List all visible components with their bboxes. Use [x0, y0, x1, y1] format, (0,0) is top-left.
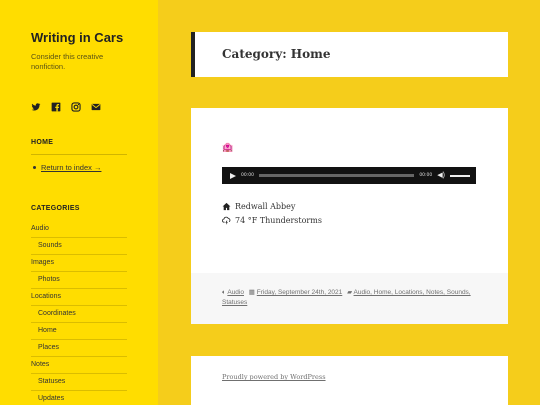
- audio-current-time: 00:00: [241, 173, 254, 178]
- calendar-icon: ▦: [248, 289, 255, 296]
- category-item[interactable]: Images: [31, 255, 127, 272]
- page-title: Category: Home: [222, 47, 331, 61]
- instagram-icon[interactable]: [71, 102, 81, 112]
- weather-line: 74 °F Thunderstorms: [222, 213, 476, 227]
- return-to-index-link[interactable]: Return to index →: [41, 163, 101, 172]
- bullet-icon: [33, 166, 36, 169]
- facebook-icon[interactable]: [51, 102, 61, 112]
- post-emoji: 🏩: [222, 142, 234, 152]
- category-item[interactable]: Statuses: [31, 374, 127, 391]
- categories-widget-title: CATEGORIES: [31, 205, 80, 212]
- category-item[interactable]: Audio: [31, 221, 127, 238]
- volume-icon[interactable]: ◀): [437, 172, 445, 179]
- return-to-index-item: Return to index →: [31, 163, 127, 172]
- home-icon: [222, 202, 231, 210]
- post-format-link[interactable]: Audio: [227, 289, 244, 296]
- audio-player: 00:00 00:00 ◀): [222, 167, 476, 184]
- category-item[interactable]: Sounds: [31, 238, 127, 255]
- folder-icon: ▰: [347, 289, 353, 296]
- audio-duration: 00:00: [419, 173, 433, 178]
- volume-slider[interactable]: [450, 174, 470, 177]
- post-format: 🔈︎ Audio: [222, 289, 244, 296]
- category-item[interactable]: Home: [31, 323, 127, 340]
- site-footer: Proudly powered by WordPress: [191, 356, 508, 405]
- location-text: Redwall Abbey: [235, 201, 296, 211]
- twitter-icon[interactable]: [31, 102, 41, 112]
- post-card: 🏩 00:00 00:00 ◀) Redwall Abbey 74 °F Thu…: [191, 108, 508, 324]
- home-widget-title: HOME: [31, 139, 127, 155]
- storm-cloud-icon: [222, 216, 231, 225]
- site-title[interactable]: Writing in Cars: [31, 30, 127, 46]
- play-icon[interactable]: [230, 172, 236, 179]
- category-item[interactable]: Notes: [31, 357, 127, 374]
- category-item[interactable]: Updates: [31, 391, 127, 405]
- weather-text: 74 °F Thunderstorms: [235, 215, 322, 225]
- audio-format-icon: 🔈︎: [222, 289, 226, 296]
- category-item[interactable]: Locations: [31, 289, 127, 306]
- post-meta: 🔈︎ Audio ▦ Friday, September 24th, 2021 …: [191, 273, 508, 324]
- powered-by-link[interactable]: Proudly powered by WordPress: [222, 373, 326, 381]
- post-date: ▦ Friday, September 24th, 2021: [249, 289, 342, 296]
- audio-progress-bar[interactable]: [258, 174, 415, 177]
- home-widget: HOME Return to index →: [31, 139, 127, 172]
- categories-widget: CATEGORIES Audio Sounds Images Photos Locati…: [31, 205, 127, 405]
- post-status: Redwall Abbey 74 °F Thunderstorms: [222, 199, 476, 227]
- post-date-link[interactable]: Friday, September 24th, 2021: [257, 289, 343, 296]
- category-item[interactable]: Places: [31, 340, 127, 357]
- category-item[interactable]: Coordinates: [31, 306, 127, 323]
- sidebar: Writing in Cars Consider this creative n…: [0, 0, 158, 405]
- page-header: Category: Home: [191, 32, 508, 77]
- category-item[interactable]: Photos: [31, 272, 127, 289]
- location-line: Redwall Abbey: [222, 199, 476, 213]
- email-icon[interactable]: [91, 102, 101, 112]
- categories-list: Audio Sounds Images Photos Locations Coordina…: [31, 221, 127, 405]
- site-description: Consider this creative nonfiction.: [31, 52, 104, 71]
- social-links: [31, 102, 127, 112]
- post-body: 🏩 00:00 00:00 ◀) Redwall Abbey 74 °F Thu…: [222, 142, 476, 227]
